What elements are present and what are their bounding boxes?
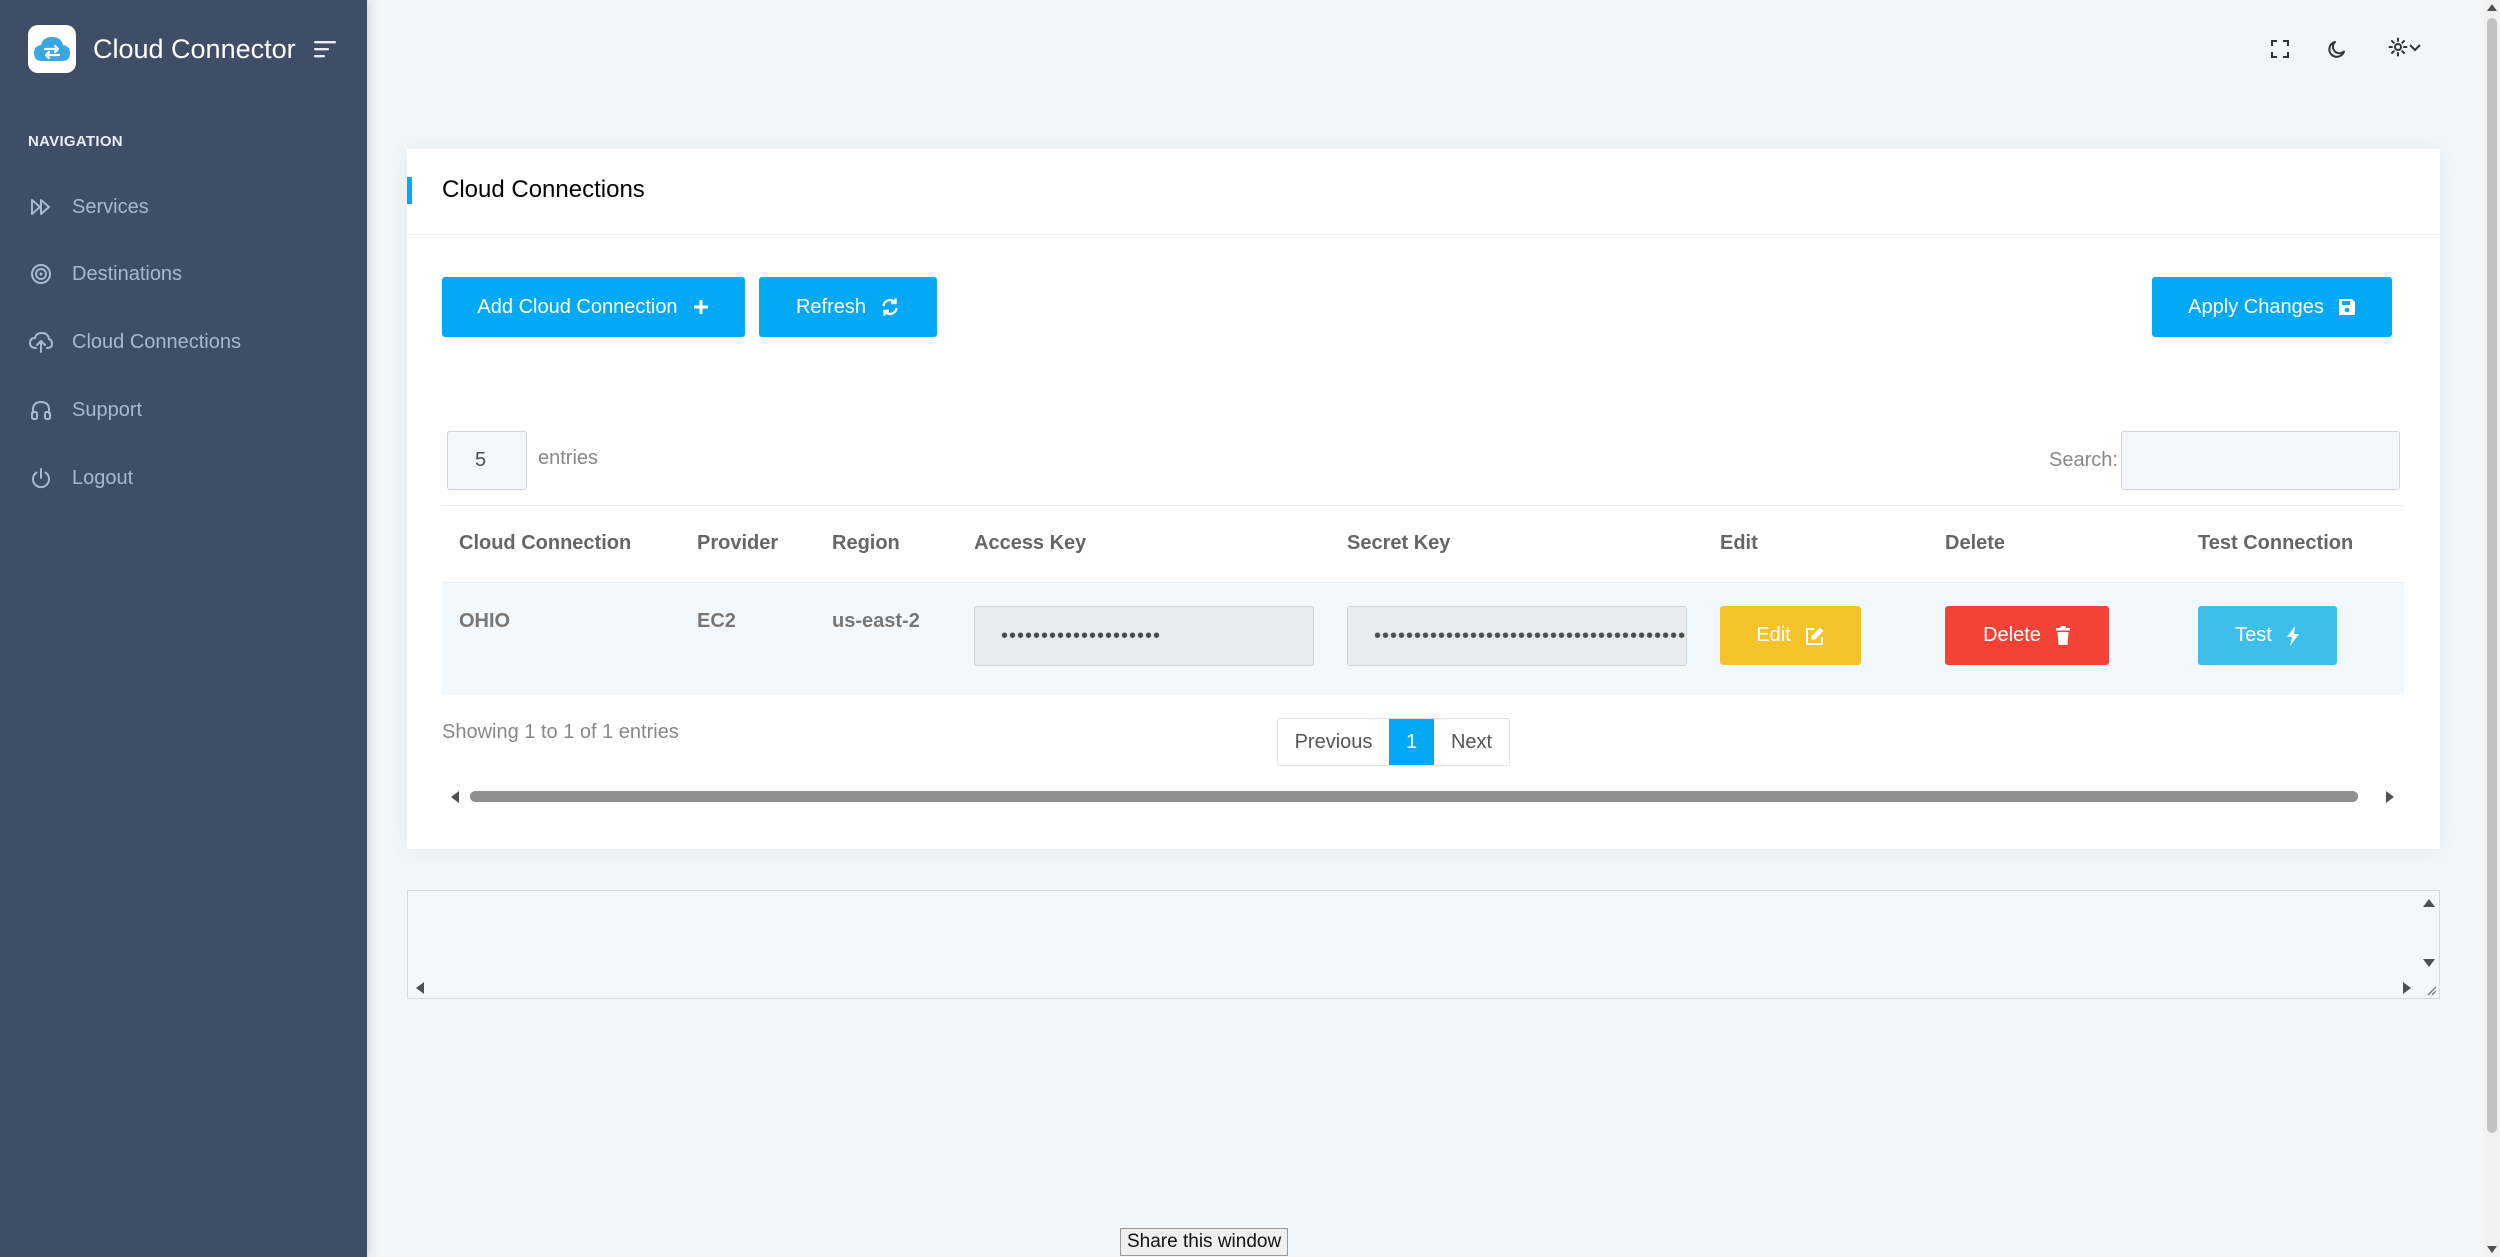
scroll-right-icon — [2386, 791, 2394, 803]
output-textarea[interactable] — [407, 890, 2440, 999]
sidebar-item-cloud-connections[interactable]: Cloud Connections — [28, 322, 241, 362]
pagination-page[interactable]: 1 — [1389, 719, 1434, 765]
brand[interactable]: Cloud Connector — [28, 25, 296, 73]
plus-icon — [693, 300, 708, 314]
column-header-test-connection[interactable]: Test Connection — [2198, 532, 2353, 555]
scrollbar-thumb[interactable] — [2487, 18, 2497, 1133]
add-cloud-connection-button[interactable]: Add Cloud Connection — [442, 277, 745, 337]
scroll-right-icon — [2403, 982, 2411, 994]
cell-cloud-connection: OHIO — [459, 610, 511, 632]
table-info: Showing 1 to 1 of 1 entries — [442, 721, 679, 743]
button-label: Delete — [1983, 624, 2041, 646]
secret-key-field[interactable]: •••••••••••••••••••••••••••••••••••••••• — [1347, 606, 1687, 666]
button-label: Edit — [1756, 624, 1791, 646]
sidebar-item-services[interactable]: Services — [28, 187, 149, 227]
pagination-next[interactable]: Next — [1434, 719, 1509, 765]
apply-changes-button[interactable]: Apply Changes — [2152, 277, 2392, 337]
cloud-logo-icon — [28, 25, 76, 73]
button-label: Refresh — [795, 295, 867, 318]
sidebar-item-label: Services — [72, 195, 149, 218]
gear-icon — [2388, 37, 2408, 62]
fullscreen-icon[interactable] — [2265, 34, 2295, 64]
table-horizontal-scrollbar[interactable] — [442, 785, 2404, 809]
column-header-edit[interactable]: Edit — [1720, 532, 1758, 555]
sync-icon — [882, 298, 898, 316]
menu-toggle-icon[interactable] — [314, 38, 338, 60]
refresh-button[interactable]: Refresh — [759, 277, 937, 337]
column-header-delete[interactable]: Delete — [1945, 532, 2005, 555]
scroll-down-icon — [2423, 959, 2435, 967]
settings-dropdown[interactable] — [2383, 34, 2427, 64]
headphones-icon — [28, 397, 54, 423]
bolt-icon — [2286, 625, 2299, 646]
sidebar-item-label: Destinations — [72, 262, 183, 285]
scroll-left-icon — [451, 791, 459, 803]
sidebar-item-logout[interactable]: Logout — [28, 458, 133, 498]
moon-icon[interactable] — [2322, 34, 2352, 64]
scroll-left-icon — [416, 982, 424, 994]
access-key-field[interactable]: •••••••••••••••••••• — [974, 606, 1314, 666]
app-title: Cloud Connector — [93, 33, 296, 64]
pagination: Previous 1 Next — [1277, 718, 1510, 766]
column-header-access-key[interactable]: Access Key — [974, 532, 1086, 555]
scroll-up-icon — [2423, 899, 2435, 907]
button-label: Add Cloud Connection — [477, 295, 678, 318]
test-connection-button[interactable]: Test — [2198, 606, 2337, 665]
page-title: Cloud Connections — [442, 176, 645, 203]
pagination-previous[interactable]: Previous — [1278, 719, 1389, 765]
target-icon — [28, 261, 54, 287]
cell-provider: EC2 — [697, 610, 736, 632]
cell-region: us-east-2 — [832, 610, 920, 632]
sidebar-item-destinations[interactable]: Destinations — [28, 254, 182, 294]
sidebar-item-label: Support — [72, 398, 143, 421]
column-header-provider[interactable]: Provider — [697, 532, 778, 555]
entries-label: entries — [538, 447, 599, 469]
button-label: Test — [2235, 624, 2272, 646]
scroll-down-icon — [2487, 1246, 2497, 1253]
header-accent — [407, 177, 412, 204]
power-icon — [28, 465, 54, 491]
share-window-tooltip: Share this window — [1120, 1228, 1289, 1256]
delete-button[interactable]: Delete — [1945, 606, 2109, 665]
sidebar-item-label: Cloud Connections — [72, 330, 241, 353]
entries-per-page-select[interactable]: 5 — [447, 431, 527, 490]
fast-forward-icon — [28, 194, 54, 220]
card-header: Cloud Connections — [407, 149, 2440, 235]
save-icon — [2338, 299, 2355, 315]
trash-icon — [2055, 626, 2070, 645]
cloud-upload-icon — [28, 329, 54, 355]
chevron-down-icon — [2408, 40, 2422, 58]
column-header-region[interactable]: Region — [832, 532, 900, 555]
search-label: Search: — [2049, 449, 2118, 471]
sidebar: Cloud Connector NAVIGATION Services Dest… — [0, 0, 367, 1257]
sidebar-item-support[interactable]: Support — [28, 390, 142, 430]
scroll-up-icon — [2487, 4, 2497, 11]
sidebar-item-label: Logout — [72, 466, 134, 489]
column-header-cloud-connection[interactable]: Cloud Connection — [459, 532, 631, 555]
button-label: Apply Changes — [2188, 295, 2324, 318]
edit-icon — [1805, 627, 1824, 645]
nav-caption: NAVIGATION — [28, 133, 123, 150]
search-input[interactable] — [2121, 431, 2400, 490]
scrollbar-thumb[interactable] — [470, 791, 2358, 802]
table-border — [442, 505, 2404, 506]
column-header-secret-key[interactable]: Secret Key — [1347, 532, 1450, 555]
window-vertical-scrollbar[interactable] — [2484, 0, 2500, 1257]
edit-button[interactable]: Edit — [1720, 606, 1861, 665]
resize-handle-icon[interactable] — [2425, 984, 2437, 996]
